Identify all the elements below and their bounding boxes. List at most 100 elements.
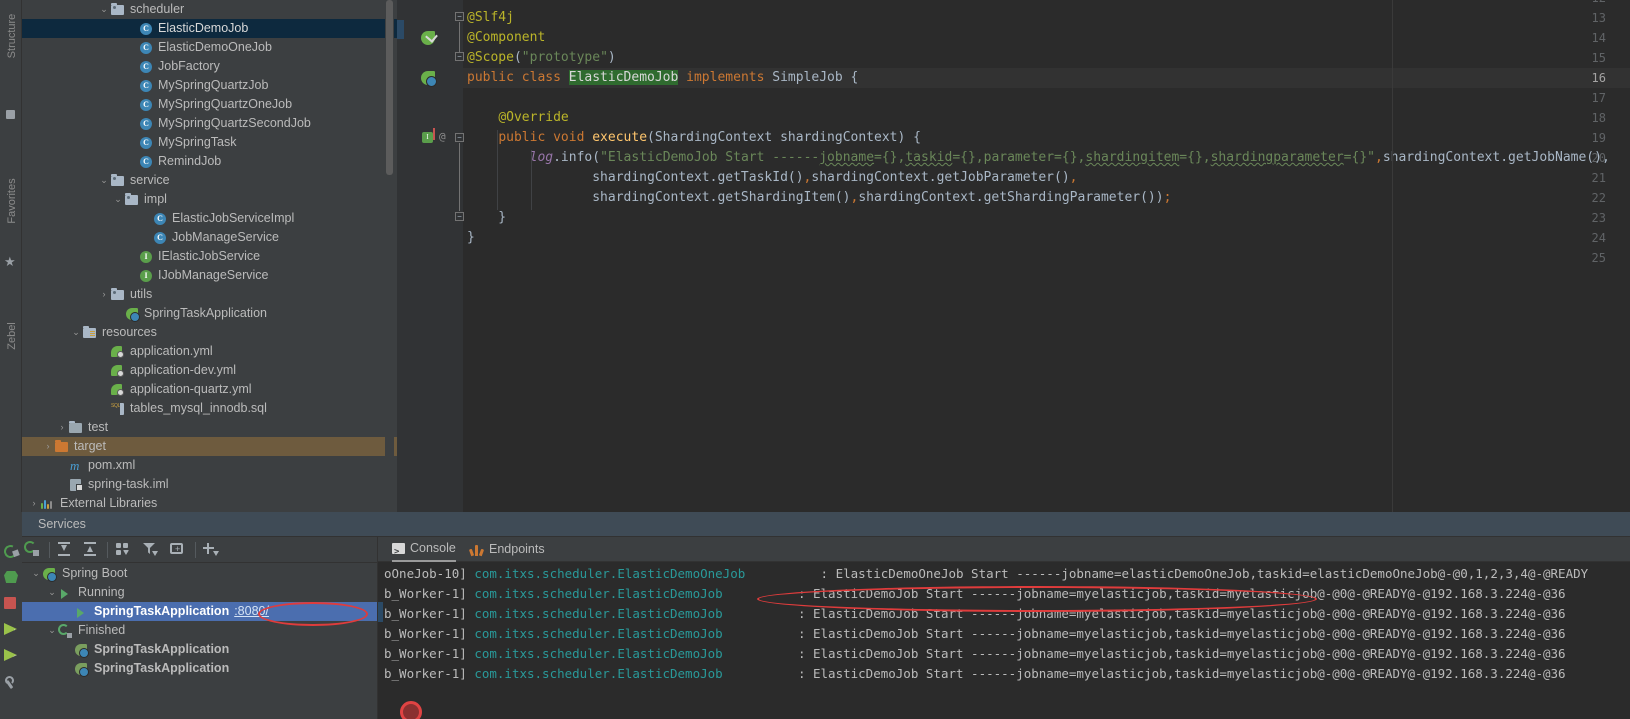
annotation-at-icon: @	[439, 130, 446, 143]
service-item-running[interactable]: ⌄ Running	[22, 583, 377, 602]
tree-item-resources[interactable]: ⌄ resources	[22, 323, 397, 342]
run-with-coverage-icon[interactable]	[4, 623, 17, 635]
add-tab-button[interactable]: +	[169, 541, 187, 559]
tree-item-utils[interactable]: › utils	[22, 285, 397, 304]
chevron-down-icon[interactable]: ⌄	[46, 583, 58, 602]
tree-item-ielasticjobservice[interactable]: ·I IElasticJobService	[22, 247, 397, 266]
spring-boot-class-icon	[124, 306, 140, 322]
filter-button[interactable]	[142, 541, 160, 559]
tree-item-application-dev-yml[interactable]: · application-dev.yml	[22, 361, 397, 380]
tree-item-jobfactory[interactable]: ·C JobFactory	[22, 57, 397, 76]
project-tree-scrollbar[interactable]	[385, 0, 394, 512]
service-item-label: Finished	[78, 623, 126, 637]
editor-code-area[interactable]: @Slf4j @Component @Scope("prototype") pu…	[463, 0, 1630, 512]
console-thread: b_Worker-1]	[384, 646, 467, 661]
chevron-down-icon[interactable]: ⌄	[98, 0, 110, 19]
spring-class-icon[interactable]	[421, 71, 437, 87]
service-item-springtaskapplication[interactable]: · SpringTaskApplication	[22, 659, 377, 678]
tree-item-springtaskapplication[interactable]: · SpringTaskApplication	[22, 304, 397, 323]
collapse-all-button[interactable]	[82, 541, 100, 559]
tree-item-elasticdemoonejob[interactable]: ·C ElasticDemoOneJob	[22, 38, 397, 57]
group-by-button[interactable]	[115, 541, 133, 559]
tree-item-impl[interactable]: ⌄ impl	[22, 190, 397, 209]
tree-item-service[interactable]: ⌄ service	[22, 171, 397, 190]
tree-item-myspringtask[interactable]: ·C MySpringTask	[22, 133, 397, 152]
tree-item-spring-task-iml[interactable]: · spring-task.iml	[22, 475, 397, 494]
tree-item-label: MySpringTask	[158, 135, 237, 149]
tree-item-myspringquartzsecondjob[interactable]: ·C MySpringQuartzSecondJob	[22, 114, 397, 133]
service-item-spring-boot[interactable]: ⌄ Spring Boot	[22, 564, 377, 583]
tree-item-ijobmanageservice[interactable]: ·I IJobManageService	[22, 266, 397, 285]
chevron-right-icon[interactable]: ›	[56, 418, 68, 437]
rerun-icon[interactable]	[2, 543, 19, 560]
tree-item-test[interactable]: › test	[22, 418, 397, 437]
console-output[interactable]: oOneJob-10] com.itxs.scheduler.ElasticDe…	[378, 562, 1630, 719]
sidebar-item-structure[interactable]: Structure	[6, 10, 18, 62]
profile-icon[interactable]	[4, 649, 17, 661]
tree-item-label: JobFactory	[158, 59, 220, 73]
tab-endpoints-label: Endpoints	[489, 542, 545, 556]
chevron-down-icon[interactable]: ⌄	[30, 564, 42, 583]
maven-pom-icon: m	[70, 457, 80, 473]
folder-icon	[124, 192, 140, 208]
tree-item-application-yml[interactable]: · application.yml	[22, 342, 397, 361]
tree-item-pom-xml[interactable]: ·m pom.xml	[22, 456, 397, 475]
service-port-link[interactable]: :8080/	[234, 602, 269, 621]
sidebar-item-favorites[interactable]: Favorites	[6, 175, 18, 227]
code-line-18: @Override	[498, 110, 569, 125]
debug-icon[interactable]	[4, 571, 18, 583]
chevron-down-icon[interactable]: ⌄	[112, 190, 124, 209]
editor-marker-column	[397, 0, 404, 512]
tree-item-label: MySpringQuartzJob	[158, 78, 269, 92]
tree-item-tables-mysql-innodb-sql[interactable]: · tables_mysql_innodb.sql	[22, 396, 397, 418]
tree-item-external-libraries[interactable]: › External Libraries	[22, 494, 397, 512]
expand-all-button[interactable]	[56, 541, 74, 559]
tree-item-myspringquartzonejob[interactable]: ·C MySpringQuartzOneJob	[22, 95, 397, 114]
stop-icon[interactable]	[4, 597, 16, 609]
scrollbar-thumb[interactable]	[386, 0, 393, 175]
tree-item-elasticdemojob[interactable]: ·C ElasticDemoJob	[22, 19, 397, 38]
service-item-label: SpringTaskApplication	[94, 642, 230, 656]
code-line-21: shardingContext.getTaskId(),shardingCont…	[467, 170, 1078, 185]
console-logger: com.itxs.scheduler.ElasticDemoOneJob	[474, 566, 746, 581]
add-service-button[interactable]	[202, 541, 220, 559]
tree-item-label: utils	[130, 287, 153, 301]
chevron-down-icon[interactable]: ⌄	[98, 171, 110, 190]
spring-bean-icon[interactable]	[421, 31, 435, 45]
tab-console[interactable]: Console	[392, 537, 456, 565]
spring-boot-icon	[42, 566, 58, 582]
tree-item-application-quartz-yml[interactable]: · application-quartz.yml	[22, 380, 397, 399]
tree-item-remindjob[interactable]: ·C RemindJob	[22, 152, 397, 171]
tree-item-target[interactable]: › target	[22, 437, 397, 456]
tree-spacer: ·	[98, 380, 110, 399]
spring-boot-finished-icon	[74, 661, 90, 677]
code-editor[interactable]: 1213141516171819202122232425 I @ − − − −…	[397, 0, 1630, 512]
console-thread: b_Worker-1]	[384, 626, 467, 641]
console-message: : ElasticDemoJob Start ------jobname=mye…	[797, 666, 1566, 681]
chevron-down-icon[interactable]: ⌄	[46, 621, 58, 640]
override-method-icon[interactable]: I	[422, 132, 433, 143]
settings-wrench-icon[interactable]	[4, 675, 18, 689]
tree-spacer: ·	[126, 95, 138, 114]
tree-item-jobmanageservice[interactable]: ·C JobManageService	[22, 228, 397, 247]
service-item-springtaskapplication[interactable]: · SpringTaskApplication:8080/	[22, 602, 377, 621]
chevron-right-icon[interactable]: ›	[98, 285, 110, 304]
chevron-right-icon[interactable]: ›	[28, 494, 40, 512]
tab-endpoints[interactable]: Endpoints	[468, 537, 545, 562]
service-item-finished[interactable]: ⌄ Finished	[22, 621, 377, 640]
chevron-right-icon[interactable]: ›	[42, 437, 54, 456]
console-thread: b_Worker-1]	[384, 586, 467, 601]
tree-item-elasticjobserviceimpl[interactable]: ·C ElasticJobServiceImpl	[22, 209, 397, 228]
tree-item-scheduler[interactable]: ⌄ scheduler	[22, 0, 397, 19]
services-tree[interactable]: ⌄ Spring Boot ⌄ Running · SpringTaskApplicati…	[22, 564, 377, 719]
tree-item-myspringquartzjob[interactable]: ·C MySpringQuartzJob	[22, 76, 397, 95]
tree-item-label: test	[88, 420, 109, 434]
sidebar-item-zebel[interactable]: Zebel	[6, 310, 18, 362]
rerun-button[interactable]	[24, 541, 42, 559]
project-tree[interactable]: ⌄scheduler·CElasticDemoJob·CElasticDemoO…	[22, 0, 397, 512]
tree-item-label: IJobManageService	[158, 268, 269, 282]
service-item-springtaskapplication[interactable]: · SpringTaskApplication	[22, 640, 377, 659]
tree-item-label: pom.xml	[88, 458, 136, 472]
java-class-icon: C	[152, 230, 168, 246]
chevron-down-icon[interactable]: ⌄	[70, 323, 82, 342]
